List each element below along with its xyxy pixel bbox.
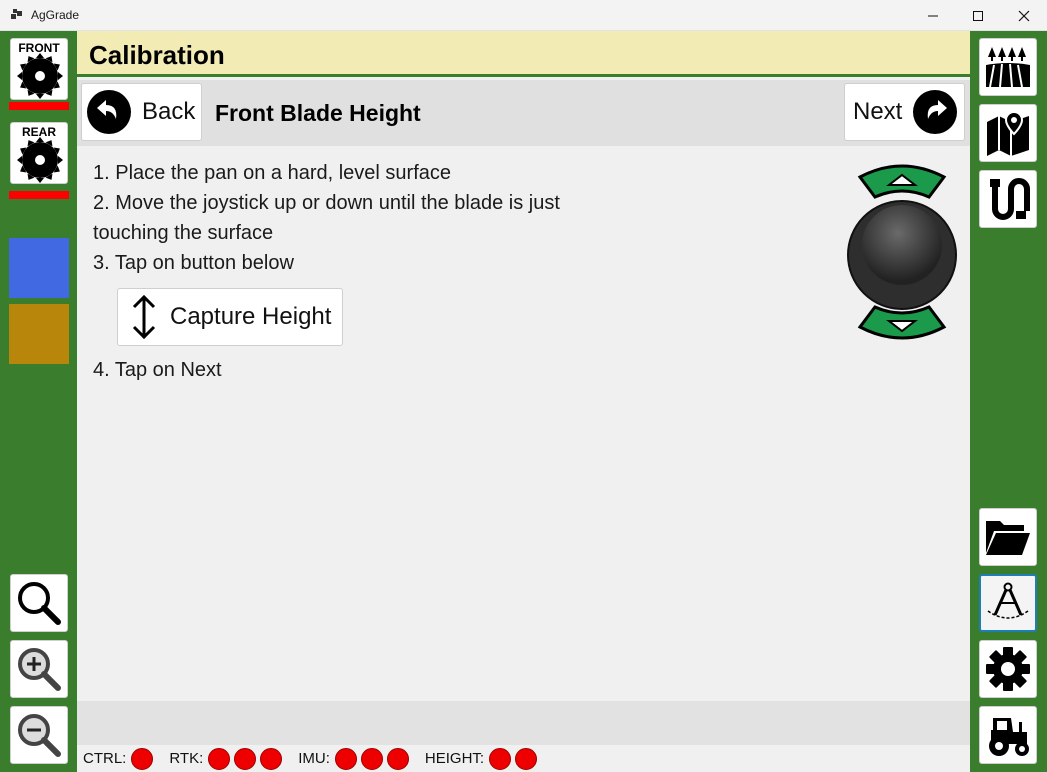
gear-icon [986, 647, 1030, 691]
height-status: HEIGHT: [424, 747, 541, 770]
field-icon [986, 47, 1030, 88]
instruction-step-2-cont: touching the surface [93, 222, 274, 244]
page-header: Calibration [77, 31, 970, 77]
page-title: Calibration [89, 40, 225, 70]
window-title: AgGrade [31, 8, 80, 22]
height-led [489, 747, 512, 770]
imu-led [334, 747, 357, 770]
zoom-out-icon [18, 714, 61, 757]
up-down-arrow-icon [132, 294, 156, 340]
tractor-button[interactable] [979, 706, 1037, 764]
maximize-icon [973, 10, 983, 21]
main-panel: Calibration Back Front Blade Height Next… [77, 31, 970, 772]
saw-blade-icon [17, 53, 63, 99]
height-label: HEIGHT: [424, 750, 485, 767]
calibration-button[interactable] [979, 574, 1037, 632]
back-label: Back [142, 98, 196, 125]
imu-led [360, 747, 383, 770]
path-icon [990, 178, 1030, 220]
map-button[interactable] [979, 104, 1037, 162]
rtk-status: RTK: [169, 747, 286, 770]
app-icon [11, 9, 22, 19]
rtk-led [234, 747, 257, 770]
close-icon [1018, 10, 1030, 21]
field-button[interactable] [979, 38, 1037, 96]
folder-icon [986, 521, 1030, 555]
magnifier-icon [18, 582, 61, 625]
imu-led [386, 747, 409, 770]
step-title: Front Blade Height [215, 100, 421, 126]
ctrl-label: CTRL: [83, 750, 127, 767]
map-icon [987, 110, 1029, 156]
minimize-icon [928, 15, 938, 16]
instruction-step-3: 3. Tap on button below [93, 252, 294, 274]
calibration-icon [987, 582, 1029, 619]
rear-blade-button[interactable]: REAR [10, 122, 68, 184]
capture-height-label: Capture Height [170, 303, 332, 330]
settings-button[interactable] [979, 640, 1037, 698]
back-arrow-icon [87, 90, 131, 134]
minimize-button[interactable] [910, 0, 956, 31]
zoom-out-button[interactable] [10, 706, 68, 764]
path-button[interactable] [979, 170, 1037, 228]
imu-status: IMU: [298, 747, 413, 770]
status-bar: CTRL: RTK: IMU: HEIGHT: [77, 745, 970, 772]
saw-blade-icon [17, 137, 63, 183]
color-swatch-gold[interactable] [9, 304, 69, 364]
forward-arrow-icon [913, 90, 958, 134]
footer-area [77, 701, 970, 745]
back-button[interactable]: Back [81, 83, 202, 141]
maximize-button[interactable] [955, 0, 1001, 31]
capture-height-button[interactable]: Capture Height [117, 288, 343, 346]
ctrl-status: CTRL: [83, 747, 157, 770]
open-folder-button[interactable] [979, 508, 1037, 566]
zoom-in-button[interactable] [10, 640, 68, 698]
height-led [515, 747, 538, 770]
zoom-fit-button[interactable] [10, 574, 68, 632]
joystick-icon [847, 164, 957, 340]
next-button[interactable]: Next [844, 83, 965, 141]
rear-status-bar [9, 191, 69, 199]
color-swatch-blue[interactable] [9, 238, 69, 298]
next-label: Next [853, 98, 903, 125]
front-status-bar [9, 102, 69, 110]
title-bar: AgGrade [0, 0, 1047, 31]
zoom-in-icon [18, 648, 61, 691]
ctrl-led [131, 747, 154, 770]
imu-label: IMU: [298, 750, 330, 767]
rtk-led [260, 747, 283, 770]
close-button[interactable] [1001, 0, 1047, 31]
tractor-icon [989, 718, 1029, 756]
nav-row: Back Front Blade Height Next [77, 80, 970, 146]
instruction-step-4: 4. Tap on Next [93, 359, 222, 381]
rtk-led [208, 747, 231, 770]
front-blade-button[interactable]: FRONT [10, 38, 68, 100]
instruction-step-1: 1. Place the pan on a hard, level surfac… [93, 162, 452, 184]
rtk-label: RTK: [169, 750, 204, 767]
instruction-step-2: 2. Move the joystick up or down until th… [93, 192, 560, 214]
